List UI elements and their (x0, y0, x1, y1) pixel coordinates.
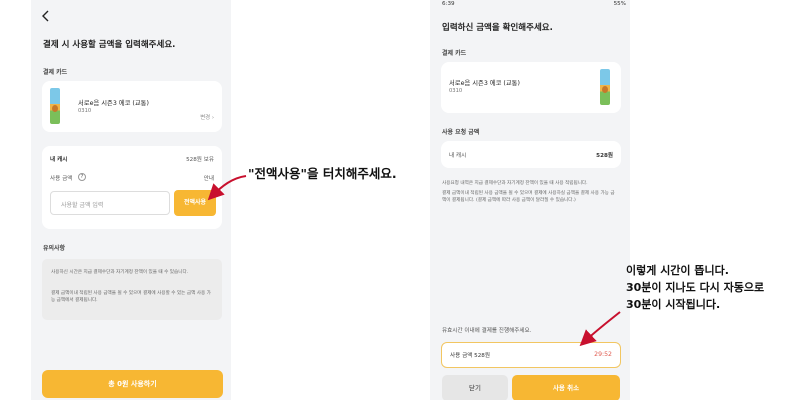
callout-timer: 이렇게 시간이 뜹니다. 30분이 지나도 다시 자동으로 30분이 시작됩니다… (626, 262, 764, 313)
callout-line: 30분이 지나도 다시 자동으로 (626, 281, 765, 294)
callout-use-all: "전액사용"을 터치해주세요. (248, 166, 397, 181)
arrow-to-timer (579, 311, 621, 347)
callout-line: 30분이 시작됩니다. (626, 298, 721, 311)
callout-line: 이렇게 시간이 뜹니다. (626, 264, 729, 277)
arrow-to-use-all (207, 175, 247, 201)
annotation-arrows (207, 175, 621, 347)
